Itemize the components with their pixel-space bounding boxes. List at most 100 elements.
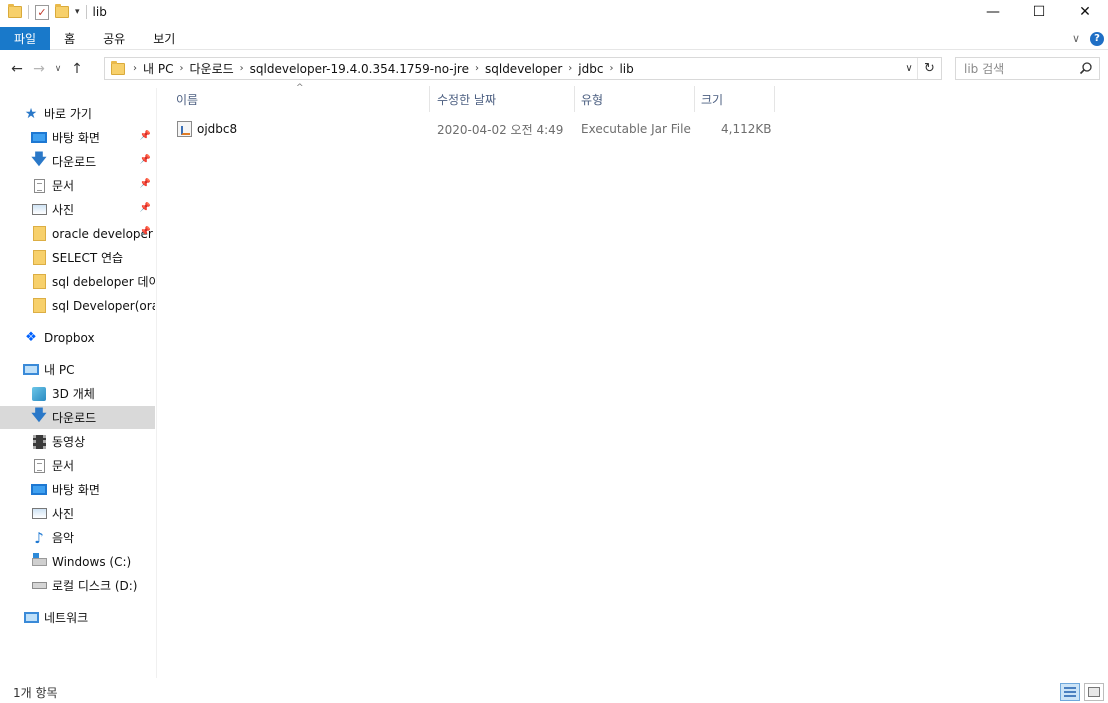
- column-header-type[interactable]: 유형: [575, 86, 695, 112]
- sidebar-item-videos[interactable]: 동영상: [0, 430, 155, 453]
- desktop-icon: [30, 130, 48, 146]
- tab-home[interactable]: 홈: [50, 27, 89, 50]
- search-icon[interactable]: [1079, 61, 1093, 75]
- sidebar-item-drive-c[interactable]: Windows (C:): [0, 550, 155, 573]
- sidebar-item-label: 문서: [52, 179, 75, 193]
- breadcrumb-lib[interactable]: lib: [613, 62, 639, 76]
- minimize-button[interactable]: —: [970, 0, 1016, 24]
- sidebar-item-pc-downloads[interactable]: 🡇 다운로드: [0, 406, 155, 429]
- item-count: 1개 항목: [13, 685, 58, 700]
- sidebar-item-music[interactable]: ♪ 음악: [0, 526, 155, 549]
- cube-icon: [30, 386, 48, 402]
- maximize-button[interactable]: ☐: [1016, 0, 1062, 24]
- sidebar-item-label: 내 PC: [44, 363, 75, 377]
- sidebar-item-label: 문서: [52, 459, 75, 473]
- sidebar-item-label: 동영상: [52, 435, 86, 449]
- windows-drive-icon: [30, 552, 48, 570]
- breadcrumb-sqldeveloper-package[interactable]: sqldeveloper-19.4.0.354.1759-no-jre: [244, 62, 475, 76]
- sidebar-item-select-practice[interactable]: SELECT 연습: [0, 246, 155, 269]
- pin-icon: 📌: [139, 179, 151, 189]
- sidebar-item-oracle-developer[interactable]: oracle developer 📌: [0, 222, 155, 245]
- sidebar-item-network[interactable]: 네트워크: [0, 606, 155, 629]
- ribbon-tabs: 파일 홈 공유 보기 ∨ ?: [0, 26, 1108, 50]
- details-view-button[interactable]: [1060, 683, 1080, 701]
- sidebar-item-desktop[interactable]: 바탕 화면 📌: [0, 126, 155, 149]
- sidebar-item-quick-access[interactable]: ★ 바로 가기: [0, 102, 155, 125]
- help-icon[interactable]: ?: [1090, 31, 1104, 46]
- sidebar-item-label: sql debeloper 데이터: [52, 275, 155, 289]
- ribbon-right-controls: ∨ ?: [1072, 27, 1104, 50]
- pin-icon: 📌: [139, 155, 151, 165]
- properties-icon[interactable]: ✓: [35, 4, 49, 20]
- breadcrumb-this-pc[interactable]: 내 PC: [137, 60, 179, 77]
- breadcrumb: › 내 PC › 다운로드 › sqldeveloper-19.4.0.354.…: [133, 60, 901, 77]
- sidebar-item-label: Windows (C:): [52, 554, 132, 569]
- desktop-icon: [30, 482, 48, 498]
- tab-view[interactable]: 보기: [139, 27, 189, 50]
- search-input[interactable]: [964, 61, 1074, 76]
- large-icons-view-icon: [1088, 687, 1100, 697]
- forward-button[interactable]: →: [28, 56, 50, 82]
- search-box[interactable]: [955, 57, 1100, 80]
- sidebar-item-drive-d[interactable]: 로컬 디스크 (D:): [0, 574, 155, 597]
- toolbar-divider: [28, 5, 29, 19]
- file-size: 4,112KB: [721, 122, 772, 136]
- sidebar-item-dropbox[interactable]: ❖ Dropbox: [0, 326, 155, 349]
- document-icon: [30, 178, 48, 194]
- sidebar-item-pc-pictures[interactable]: 사진: [0, 502, 155, 525]
- folder-icon: [30, 274, 48, 290]
- network-icon: [22, 610, 40, 626]
- drive-icon: [30, 578, 48, 594]
- folder-icon: [30, 250, 48, 266]
- column-header-name[interactable]: 이름: [170, 86, 430, 112]
- address-bar[interactable]: › 내 PC › 다운로드 › sqldeveloper-19.4.0.354.…: [104, 57, 942, 80]
- sidebar-item-downloads[interactable]: 🡇 다운로드 📌: [0, 150, 155, 173]
- breadcrumb-sqldeveloper[interactable]: sqldeveloper: [479, 62, 568, 76]
- file-name: ojdbc8: [197, 122, 238, 136]
- large-icons-view-button[interactable]: [1084, 683, 1104, 701]
- refresh-button[interactable]: ↻: [917, 58, 941, 79]
- up-button[interactable]: ↑: [66, 56, 88, 82]
- sidebar-item-pc-desktop[interactable]: 바탕 화면: [0, 478, 155, 501]
- pin-icon: 📌: [139, 203, 151, 213]
- close-button[interactable]: ✕: [1062, 0, 1108, 24]
- file-name-cell[interactable]: ojdbc8: [177, 118, 237, 140]
- folder-icon: [30, 298, 48, 314]
- customize-toolbar-dropdown-icon[interactable]: ▾: [75, 7, 80, 17]
- sidebar-item-this-pc[interactable]: 내 PC: [0, 358, 155, 381]
- sidebar-item-label: 사진: [52, 507, 75, 521]
- new-folder-icon[interactable]: [55, 4, 69, 18]
- column-header-size[interactable]: 크기: [695, 86, 775, 112]
- film-icon: [30, 434, 48, 450]
- status-bar: 1개 항목: [0, 681, 1108, 703]
- address-history-dropdown-icon[interactable]: ∨: [901, 63, 917, 74]
- sidebar-item-label: SELECT 연습: [52, 251, 124, 265]
- sidebar-item-sql-debeloper-data[interactable]: sql debeloper 데이터: [0, 270, 155, 293]
- table-row[interactable]: ojdbc8 2020-04-02 오전 4:49 Executable Jar…: [158, 118, 778, 140]
- folder-icon: [111, 60, 125, 75]
- sidebar-item-label: 바탕 화면: [52, 483, 100, 497]
- sidebar-item-documents[interactable]: 문서 📌: [0, 174, 155, 197]
- sidebar-item-3d-objects[interactable]: 3D 개체: [0, 382, 155, 405]
- breadcrumb-jdbc[interactable]: jdbc: [572, 62, 609, 76]
- title-bar: ✓ ▾ lib — ☐ ✕: [0, 0, 1108, 24]
- back-button[interactable]: ←: [6, 56, 28, 82]
- folder-icon[interactable]: [8, 4, 22, 18]
- recent-locations-button[interactable]: ∨: [50, 56, 66, 82]
- computer-icon: [22, 362, 40, 378]
- download-icon: 🡇: [31, 150, 47, 168]
- sidebar-item-pc-documents[interactable]: 문서: [0, 454, 155, 477]
- column-header-modified[interactable]: 수정한 날짜: [431, 86, 575, 112]
- window-title: lib: [92, 5, 107, 19]
- quick-access-toolbar: ✓ ▾: [0, 0, 87, 24]
- tab-file[interactable]: 파일: [0, 26, 51, 50]
- tab-share[interactable]: 공유: [89, 27, 139, 50]
- sidebar-item-label: 음악: [52, 531, 75, 545]
- file-modified: 2020-04-02 오전 4:49: [437, 122, 564, 137]
- sidebar-item-sql-developer-oracle[interactable]: sql Developer(oracle): [0, 294, 155, 317]
- picture-icon: [30, 506, 48, 522]
- expand-ribbon-icon[interactable]: ∨: [1072, 32, 1080, 45]
- sidebar-item-pictures[interactable]: 사진 📌: [0, 198, 155, 221]
- toolbar-divider: [85, 5, 87, 19]
- breadcrumb-downloads[interactable]: 다운로드: [183, 60, 239, 77]
